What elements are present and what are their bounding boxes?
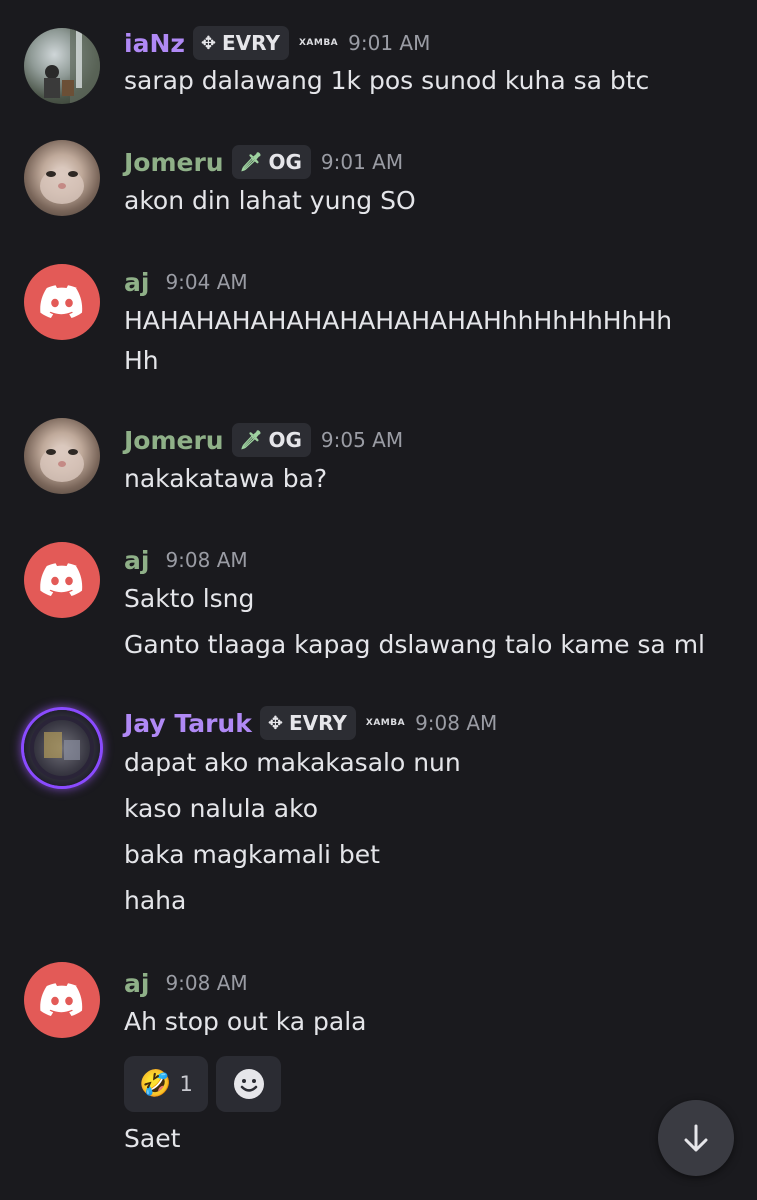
guild-tag-label: OG	[268, 150, 302, 174]
discord-logo-icon	[40, 285, 83, 318]
cat-avatar-icon	[40, 168, 84, 204]
message-text: baka magkamali bet	[124, 840, 380, 869]
guild-tag-label: OG	[268, 428, 302, 452]
username[interactable]: Jay Taruk	[124, 709, 252, 738]
timestamp: 9:08 AM	[415, 711, 498, 735]
guild-tag[interactable]: ✥ EVRY	[192, 26, 289, 60]
discord-logo-icon	[40, 563, 83, 596]
message-text: Ganto tlaaga kapag dslawang talo kame sa…	[124, 630, 705, 659]
guild-tag-label: EVRY	[288, 711, 347, 735]
message-text: Sakto lsng	[124, 584, 255, 613]
user-avatar[interactable]	[24, 28, 100, 104]
xamba-badge: XAMBA	[365, 718, 406, 728]
guild-tag[interactable]: 🗡 OG	[231, 145, 311, 179]
user-avatar[interactable]	[24, 710, 100, 786]
message-text: kaso nalula ako	[124, 794, 318, 823]
reaction-rofl[interactable]: 🤣 1	[124, 1056, 208, 1112]
user-avatar[interactable]	[24, 140, 100, 216]
rofl-emoji-icon: 🤣	[139, 1069, 172, 1099]
guild-tag[interactable]: 🗡 OG	[231, 423, 311, 457]
message-text: HAHAHAHAHAHAHAHAHAHAHhhHhHhHhHh	[124, 306, 673, 335]
username[interactable]: aj	[124, 546, 149, 575]
timestamp: 9:08 AM	[165, 548, 248, 572]
timestamp: 9:05 AM	[320, 428, 404, 452]
scroll-to-bottom-button[interactable]	[658, 1100, 734, 1176]
username[interactable]: aj	[124, 969, 149, 998]
message-text: Saet	[124, 1124, 181, 1153]
user-avatar[interactable]	[24, 542, 100, 618]
user-avatar[interactable]	[24, 264, 100, 340]
timestamp: 9:01 AM	[348, 31, 431, 55]
message-text: nakakatawa ba?	[124, 464, 328, 493]
arrow-down-icon	[684, 1124, 708, 1152]
message-text: akon din lahat yung SO	[124, 186, 416, 215]
message-text: sarap dalawang 1k pos sunod kuha sa btc	[124, 66, 650, 95]
discord-logo-icon	[40, 983, 83, 1016]
timestamp: 9:01 AM	[320, 150, 404, 174]
evry-diamond-icon: ✥	[267, 712, 283, 734]
cat-avatar-icon	[40, 446, 84, 482]
timestamp: 9:08 AM	[165, 971, 248, 995]
sword-icon: 🗡	[239, 151, 263, 173]
username[interactable]: Jomeru	[124, 426, 224, 455]
guild-tag[interactable]: ✥ EVRY	[259, 706, 356, 740]
sword-icon: 🗡	[239, 429, 263, 451]
xamba-badge: XAMBA	[298, 38, 339, 48]
username[interactable]: Jomeru	[124, 148, 224, 177]
add-reaction-button[interactable]	[216, 1056, 281, 1112]
user-avatar[interactable]	[24, 962, 100, 1038]
user-avatar[interactable]	[24, 418, 100, 494]
guild-tag-label: EVRY	[222, 31, 280, 55]
username[interactable]: aj	[124, 268, 149, 297]
jay-avatar-icon	[30, 716, 94, 780]
timestamp: 9:04 AM	[165, 270, 248, 294]
photo-avatar-icon	[44, 28, 100, 104]
add-reaction-icon	[233, 1069, 264, 1099]
message-text: Hh	[124, 346, 159, 375]
evry-diamond-icon: ✥	[200, 32, 217, 54]
message-text: dapat ako makakasalo nun	[124, 748, 461, 777]
reaction-count: 1	[179, 1072, 193, 1096]
message-text: Ah stop out ka pala	[124, 1007, 367, 1036]
username[interactable]: iaNz	[124, 29, 185, 58]
message-text: haha	[124, 886, 187, 915]
